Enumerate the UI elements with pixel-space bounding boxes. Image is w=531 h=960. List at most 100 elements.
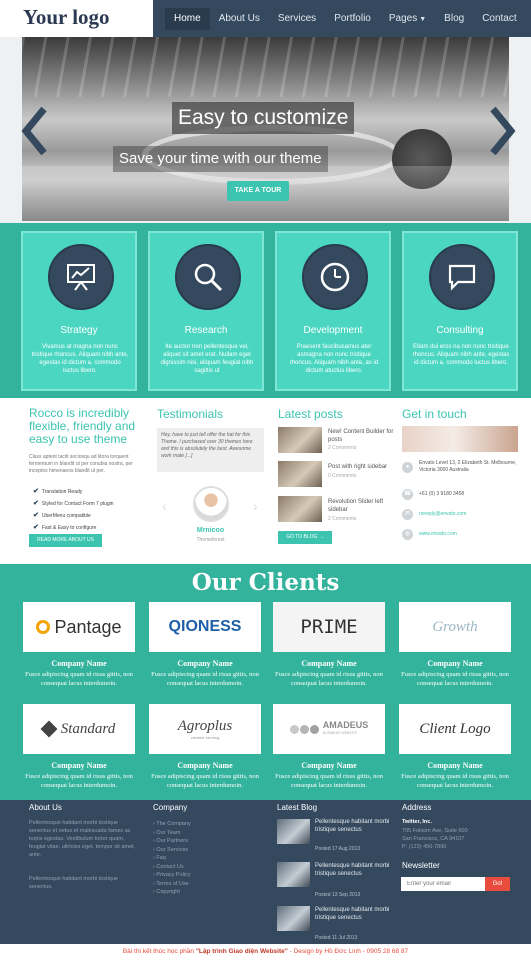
footer-link[interactable]: › Our Partners (153, 837, 191, 846)
client-card[interactable]: Agroplus creative farming Company Name Fu… (149, 704, 261, 790)
blog-thumbnail[interactable] (277, 862, 310, 887)
check-icon: ✔ (33, 488, 39, 495)
contact-web[interactable]: ◍ www.envato.com (402, 529, 519, 540)
footer-link[interactable]: › Faq (153, 854, 191, 863)
client-card[interactable]: QIONESS Company Name Fusce adipiscing qu… (149, 602, 261, 688)
newsletter-go-button[interactable]: Go! (485, 877, 510, 891)
testimonials-heading: Testimonials (157, 407, 224, 421)
service-card-research[interactable]: Research Ite auctor non pellentesque vel… (148, 231, 264, 391)
search-icon (194, 263, 223, 292)
post-title[interactable]: Revolution Slider left sidebar (328, 498, 394, 514)
service-card-strategy[interactable]: Strategy Vivamus at magna non nunc trist… (21, 231, 137, 391)
client-card[interactable]: Standard Company Name Fusce adipiscing q… (23, 704, 135, 790)
main-nav: Home About Us Services Portfolio Pages ▼ … (153, 0, 531, 37)
footer-link[interactable]: › The Company (153, 820, 191, 829)
footer-link[interactable]: › Contact Us (153, 863, 191, 872)
company-name: Company Name (427, 761, 483, 770)
client-logo: AMADEUS BUSINESS WEBSITE (273, 704, 385, 754)
post-thumbnail[interactable] (278, 496, 322, 522)
footer-link[interactable]: › Our Services (153, 846, 191, 855)
nav-services[interactable]: Services (269, 8, 325, 30)
client-card[interactable]: PRIME Company Name Fusce adipiscing quam… (273, 602, 385, 688)
clients-title: Our Clients (191, 569, 340, 596)
blog-date: Posted 17 Aug 2013 (315, 846, 361, 852)
globe-icon: ◍ (402, 529, 413, 540)
footer-address-heading: Address (402, 803, 432, 812)
footer-about-heading: About Us (29, 803, 62, 812)
company-name: Company Name (177, 659, 233, 668)
post-thumbnail[interactable] (278, 427, 322, 453)
footer-link[interactable]: › Privacy Policy (153, 871, 191, 880)
nav-pages[interactable]: Pages ▼ (380, 8, 435, 30)
blog-title[interactable]: Pellentesque habitant morbi tristique se… (315, 818, 390, 834)
service-card-development[interactable]: Development Praesent faucibusamus ater a… (275, 231, 391, 391)
list-item: ✔ UberMenu compatible (33, 512, 91, 519)
blog-title[interactable]: Pellentesque habitant morbi tristique se… (315, 862, 390, 878)
clock-icon (320, 262, 350, 292)
client-logo: Pantage (23, 602, 135, 652)
service-desc: Vivamus at magna non nunc tristique rhon… (31, 344, 129, 374)
service-desc: Etiam dui eros na non nunc tristique rho… (412, 344, 510, 366)
clients-section: Our Clients Pantage Company Name Fusce a… (0, 564, 531, 800)
nav-home[interactable]: Home (165, 7, 210, 30)
post-title[interactable]: Post with right sidebar (328, 463, 394, 471)
client-card[interactable]: Growth Company Name Fusce adipiscing qua… (399, 602, 511, 688)
company-name: Company Name (51, 761, 107, 770)
client-logo: Standard (23, 704, 135, 754)
blog-thumbnail[interactable] (277, 819, 310, 844)
logo[interactable]: Your logo (23, 5, 110, 30)
blog-title[interactable]: Pellentesque habitant morbi tristique se… (315, 906, 390, 922)
client-card[interactable]: Client Logo Company Name Fusce adipiscin… (399, 704, 511, 790)
company-name: Company Name (301, 761, 357, 770)
post-comments: 2 Comments (328, 445, 357, 451)
go-to-blog-button[interactable]: GO TO BLOG → (278, 531, 332, 544)
nav-pages-label: Pages (388, 12, 418, 24)
company-desc: Fusce adipiscing quam id risus gittis, n… (151, 773, 259, 789)
chevron-right-icon[interactable]: › (253, 498, 258, 514)
company-desc: Fusce adipiscing quam id risus gittis, n… (401, 773, 509, 789)
footer-link[interactable]: › Copyright (153, 888, 191, 897)
check-icon: ✔ (33, 500, 39, 507)
list-item: ✔ Translation Ready (33, 488, 83, 495)
avatar (193, 486, 229, 522)
post-comments: 0 Comments (328, 473, 357, 479)
company-desc: Fusce adipiscing quam id risus gittis, n… (401, 671, 509, 687)
client-logo: QIONESS (149, 602, 261, 652)
take-a-tour-button[interactable]: TAKE A TOUR (227, 181, 289, 201)
read-more-button[interactable]: READ MORE ABOUT US (29, 534, 102, 547)
contact-email[interactable]: ✉ noreply@envato.com (402, 509, 519, 520)
hero-title: Easy to customize (172, 102, 355, 134)
address-lines: 795 Folsom Ave, Suite 600 San Francisco,… (402, 828, 468, 850)
blog-date: Posted 13 Sep 2013 (315, 892, 361, 898)
company-desc: Fusce adipiscing quam id risus gittis, n… (25, 773, 133, 789)
chevron-left-icon[interactable]: ‹ (162, 498, 167, 514)
nav-blog[interactable]: Blog (435, 8, 473, 30)
about-text: Class aptent taciti sociosqu ad litora t… (29, 454, 133, 474)
chevron-right-icon[interactable] (487, 106, 517, 156)
service-title: Consulting (436, 325, 484, 336)
services-section: Strategy Vivamus at magna non nunc trist… (0, 223, 531, 398)
mail-icon: ✉ (402, 509, 413, 520)
footer-link[interactable]: › Our Team (153, 829, 191, 838)
speech-bubble-icon (448, 264, 476, 291)
company-name: Company Name (301, 659, 357, 668)
service-desc: Ite auctor non pellentesque vel, aliquet… (160, 344, 254, 374)
header: Your logo Home About Us Services Portfol… (0, 0, 531, 37)
about-heading: Rocco is incredibly flexible, friendly a… (29, 406, 136, 446)
post-thumbnail[interactable] (278, 461, 322, 487)
company-desc: Fusce adipiscing quam id risus gittis, n… (151, 671, 259, 687)
blog-thumbnail[interactable] (277, 906, 310, 931)
client-card[interactable]: AMADEUS BUSINESS WEBSITE Company Name Fus… (273, 704, 385, 790)
service-card-consulting[interactable]: Consulting Etiam dui eros na non nunc tr… (402, 231, 518, 391)
nav-contact[interactable]: Contact (473, 8, 525, 30)
footer-link[interactable]: › Terms of Use (153, 880, 191, 889)
client-card[interactable]: Pantage Company Name Fusce adipiscing qu… (23, 602, 135, 688)
newsletter-heading: Newsletter (402, 861, 440, 870)
location-icon: ● (402, 461, 413, 473)
latest-posts-heading: Latest posts (278, 407, 343, 421)
nav-portfolio[interactable]: Portfolio (325, 8, 380, 30)
nav-about-us[interactable]: About Us (210, 8, 269, 30)
post-title[interactable]: New! Content Builder for posts (328, 428, 394, 444)
newsletter-email-input[interactable] (401, 877, 485, 891)
chevron-left-icon[interactable] (20, 106, 50, 156)
